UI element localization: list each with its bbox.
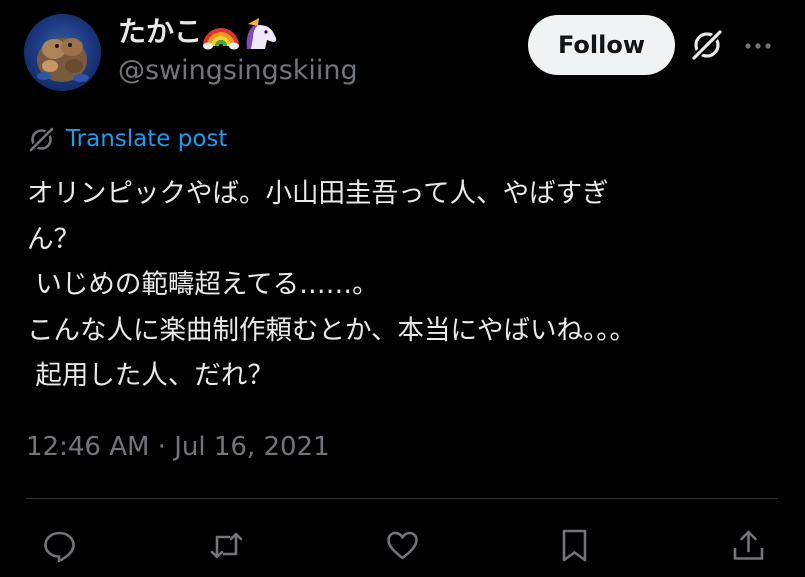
post-text-line: オリンピックやば。小山田圭吾って人、やばすぎ: [27, 178, 609, 209]
bookmark-button[interactable]: [554, 525, 594, 565]
like-icon: [386, 531, 418, 559]
post-text-line: 起用した人、だれ？: [27, 360, 274, 391]
author-display-name[interactable]: たかこ: [118, 14, 202, 50]
reply-button[interactable]: [39, 525, 79, 565]
avatar[interactable]: [24, 14, 101, 91]
divider: [26, 498, 778, 499]
reply-icon: [43, 531, 75, 562]
author-emoji-badges: [203, 18, 277, 50]
share-icon: [733, 530, 763, 560]
post-text-line: ん？: [27, 223, 80, 255]
author-handle[interactable]: @swingsingskiing: [118, 54, 358, 88]
follow-button[interactable]: Follow: [528, 15, 675, 75]
grok-icon[interactable]: [688, 26, 726, 64]
repost-button[interactable]: [206, 525, 246, 565]
repost-icon: [210, 532, 242, 558]
more-horizontal-icon[interactable]: [742, 30, 774, 62]
post-text-line: こんな人に楽曲制作頼むとか、本当にやばいね。。。: [27, 314, 636, 346]
bookmark-icon: [562, 529, 586, 561]
unicorn-emoji: [246, 18, 277, 49]
post-text-line: いじめの範疇超えてる……。: [27, 269, 379, 300]
like-button[interactable]: [382, 525, 422, 565]
post-text: オリンピックやば。小山田圭吾って人、やばすぎ ん？ いじめの範疇超えてる……。 …: [27, 171, 767, 399]
translate-globe-icon: [27, 125, 56, 153]
post-timestamp[interactable]: 12:46 AM · Jul 16, 2021: [26, 429, 330, 465]
share-button[interactable]: [728, 525, 768, 565]
avatar-image: [37, 38, 89, 82]
translate-post-link[interactable]: Translate post: [27, 123, 227, 155]
translate-label: Translate post: [66, 126, 228, 152]
rainbow-emoji: [203, 28, 239, 50]
